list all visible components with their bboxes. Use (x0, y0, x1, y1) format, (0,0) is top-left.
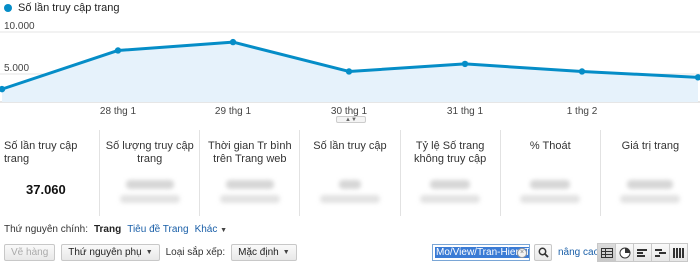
timeline-chart: Số lần truy cập trang 10.000 5.000 28 th… (0, 0, 700, 118)
data-point[interactable] (345, 68, 353, 75)
blurred-subvalue (219, 195, 280, 203)
advanced-filter-link[interactable]: nâng cao (558, 247, 599, 258)
blurred-value (338, 180, 361, 189)
search-input[interactable]: Mo/View/Tran-Hien-Tan × (432, 244, 530, 261)
data-point[interactable] (461, 60, 469, 68)
x-tick-label: 1 thg 2 (566, 106, 598, 117)
blurred-subvalue (420, 195, 481, 203)
scorecard[interactable]: % Thoát (501, 130, 601, 216)
bar-list-icon (636, 248, 647, 257)
search-input-value: Mo/View/Tran-Hien-Tan (435, 247, 529, 258)
y-tick-label: 5.000 (4, 63, 30, 74)
blurred-subvalue (319, 195, 380, 203)
secondary-dimension-dropdown[interactable]: Thứ nguyên phụ ▼ (61, 244, 160, 261)
x-tick-label: 29 thg 1 (214, 106, 252, 117)
primary-dimension-label: Thứ nguyên chính: (4, 224, 88, 235)
scorecards: Số lần truy cập trang 37.060 Số lượng tr… (0, 130, 700, 216)
y-tick-label: 10.000 (4, 21, 35, 32)
sort-type-label: Loại sắp xếp: (165, 247, 226, 258)
comparison-view-button[interactable] (651, 243, 670, 262)
data-point[interactable] (229, 38, 237, 46)
chevron-down-icon: ▼ (282, 249, 290, 256)
sort-type-value: Mặc định (238, 247, 279, 258)
chart-plot (0, 31, 700, 103)
clear-icon[interactable]: × (517, 248, 527, 258)
scorecard-title: Số lượng truy cập trang (105, 140, 194, 165)
dimension-option-page[interactable]: Trang (94, 224, 121, 235)
sort-type-dropdown[interactable]: Mặc định ▼ (231, 244, 297, 261)
scorecard[interactable]: Thời gian Tr bình trên Trang web (200, 130, 301, 216)
scorecard-title: % Thoát (529, 140, 571, 152)
blurred-subvalue (119, 195, 180, 203)
comparison-icon (654, 248, 666, 257)
scorecard-title: Thời gian Tr bình trên Trang web (208, 140, 292, 165)
plot-rows-label: Vẽ hàng (11, 247, 49, 258)
table-toolbar: Vẽ hàng Thứ nguyên phụ ▼ Loại sắp xếp: M… (4, 244, 297, 261)
blurred-value (125, 180, 174, 189)
scorecard[interactable]: Số lần truy cập (300, 130, 401, 216)
scorecard-title: Số lần truy cập (313, 140, 387, 152)
blurred-value (627, 180, 674, 189)
scorecard[interactable]: Số lượng truy cập trang (100, 130, 201, 216)
performance-view-button[interactable] (633, 243, 652, 262)
blurred-value (225, 180, 274, 189)
primary-dimension-row: Thứ nguyên chính: Trang Tiêu đề Trang Kh… (4, 224, 227, 235)
scorecard[interactable]: Giá trị trang (601, 130, 700, 216)
scorecard-title: Số lần truy cập trang (4, 140, 78, 165)
percentage-view-button[interactable] (615, 243, 634, 262)
pie-chart-icon (619, 247, 630, 258)
search-button[interactable] (534, 244, 552, 261)
dimension-more-label: Khác (194, 224, 218, 235)
search-icon (538, 247, 549, 258)
plot-rows-button[interactable]: Vẽ hàng (4, 244, 56, 261)
scorecard-title: Giá trị trang (621, 140, 680, 152)
chart-collapse-handle[interactable]: ▲▼ (336, 116, 366, 123)
x-tick-label: 28 thg 1 (99, 106, 137, 117)
blurred-subvalue (620, 195, 681, 203)
blurred-value (430, 180, 471, 189)
pivot-table-icon (672, 247, 684, 258)
chevron-down-icon: ▼ (220, 227, 228, 234)
scorecard[interactable]: Tỷ lệ Số trang không truy cập (401, 130, 501, 216)
table-view-switcher (597, 243, 688, 262)
data-point[interactable] (114, 47, 122, 54)
pivot-view-button[interactable] (669, 243, 688, 262)
data-point[interactable] (578, 68, 586, 75)
table-grid-icon (600, 247, 613, 258)
dimension-option-page-title[interactable]: Tiêu đề Trang (127, 224, 188, 235)
chevron-down-icon: ▼ (145, 249, 153, 256)
scorecard-value: 37.060 (26, 182, 66, 197)
x-tick-label: 31 thg 1 (446, 106, 484, 117)
table-search: Mo/View/Tran-Hien-Tan × nâng cao (432, 244, 599, 261)
blurred-subvalue (520, 195, 581, 203)
scorecard-title: Tỷ lệ Số trang không truy cập (414, 140, 487, 165)
blurred-value (530, 180, 571, 189)
table-view-button[interactable] (597, 243, 616, 262)
secondary-dimension-label: Thứ nguyên phụ (68, 247, 142, 258)
scorecard[interactable]: Số lần truy cập trang 37.060 (0, 130, 101, 216)
dimension-option-more[interactable]: Khác ▼ (195, 224, 228, 235)
